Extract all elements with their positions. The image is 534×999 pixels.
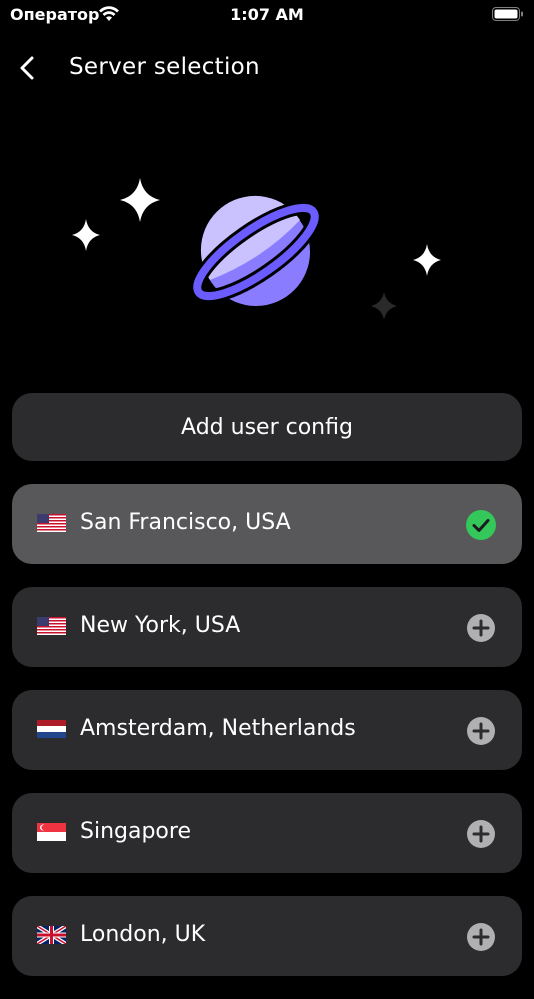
server-name: New York, USA <box>80 613 241 638</box>
server-item[interactable]: London, UK <box>12 896 522 976</box>
add-circle-icon[interactable] <box>466 819 496 849</box>
battery-icon <box>492 6 524 22</box>
server-name: Amsterdam, Netherlands <box>80 716 356 741</box>
server-item[interactable]: Amsterdam, Netherlands <box>12 690 522 770</box>
hero-illustration <box>0 160 534 340</box>
us-flag-icon <box>37 514 66 532</box>
server-name: San Francisco, USA <box>80 510 291 535</box>
status-bar: Оператор 1:07 AM <box>0 0 534 30</box>
planet-icon <box>190 195 322 306</box>
sparkle-icon <box>120 178 160 222</box>
server-name: Singapore <box>80 819 191 844</box>
server-item[interactable]: San Francisco, USA <box>12 484 522 564</box>
server-item[interactable]: New York, USA <box>12 587 522 667</box>
back-button[interactable] <box>10 50 44 86</box>
uk-flag-icon <box>37 926 66 944</box>
us-flag-icon <box>37 617 66 635</box>
nl-flag-icon <box>37 720 66 738</box>
sparkle-icon <box>413 244 441 276</box>
server-list: San Francisco, USA New York, USA Amsterd… <box>12 484 522 999</box>
add-circle-icon[interactable] <box>466 613 496 643</box>
sg-flag-icon <box>37 823 66 841</box>
checkmark-circle-icon <box>466 510 496 540</box>
sparkle-icon <box>371 292 397 320</box>
sparkle-icon <box>72 219 100 251</box>
add-circle-icon[interactable] <box>466 716 496 746</box>
add-circle-icon[interactable] <box>466 922 496 952</box>
navigation-bar: Server selection <box>0 40 534 96</box>
server-item[interactable]: Singapore <box>12 793 522 873</box>
add-user-config-button[interactable]: Add user config <box>12 393 522 461</box>
server-name: London, UK <box>80 922 206 947</box>
chevron-left-icon <box>20 56 34 80</box>
clock: 1:07 AM <box>230 5 304 24</box>
page-title: Server selection <box>69 54 260 80</box>
